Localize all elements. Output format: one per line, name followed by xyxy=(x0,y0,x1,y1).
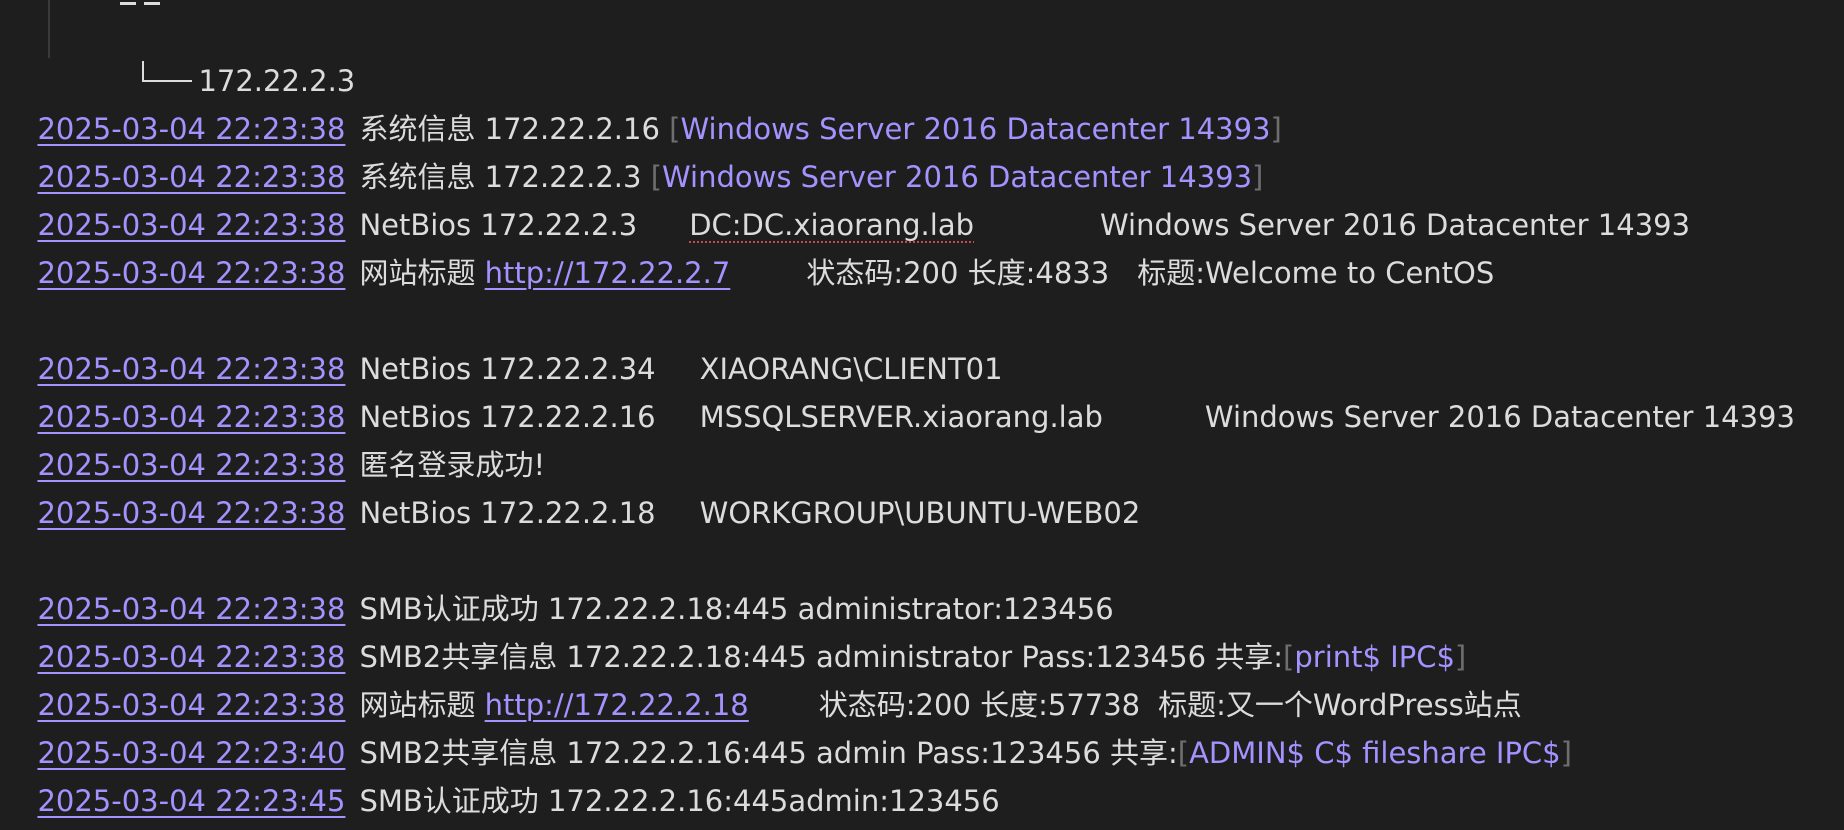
log-line: 2025-03-04 22:23:38 系统信息 172.22.2.3 [Wind… xyxy=(19,111,1263,194)
log-line: 2025-03-04 22:23:38 NetBios 172.22.2.34 XI… xyxy=(19,303,1002,386)
netbios-host: MSSQLSERVER.xiaorang.lab xyxy=(699,400,1103,434)
shares-highlight: ADMIN$ C$ fileshare IPC$ xyxy=(1189,736,1561,770)
close-bracket: ] xyxy=(1560,736,1572,770)
tree-node: 172.22.2.3 xyxy=(120,15,355,98)
log-line: 2025-03-04 22:23:38 网站标题 http://172.22.2.… xyxy=(19,639,1521,722)
os-text: Windows Server 2016 Datacenter 14393 xyxy=(1204,400,1795,434)
site-title: 标题:Welcome to CentOS xyxy=(1137,256,1495,290)
partial-tree-glyph xyxy=(120,0,166,5)
site-url-link[interactable]: http://172.22.2.7 xyxy=(485,256,731,290)
log-line: 2025-03-04 22:23:45 SMB认证成功 172.22.2.16:4… xyxy=(19,735,999,818)
log-line: 2025-03-04 22:23:38 SMB认证成功 172.22.2.18:4… xyxy=(19,543,1113,626)
log-line: 2025-03-04 22:23:40 SMB2共享信息 172.22.2.16:… xyxy=(19,687,1572,770)
timestamp-link[interactable]: 2025-03-04 22:23:38 xyxy=(37,256,345,290)
log-line: 2025-03-04 22:23:38 NetBios 172.22.2.3 DC:… xyxy=(19,159,1690,242)
log-text: SMB认证成功 172.22.2.16:445admin:123456 xyxy=(359,784,1000,818)
log-line: 2025-03-04 22:23:38 NetBios 172.22.2.18 WO… xyxy=(19,447,1140,530)
netbios-host: WORKGROUP\UBUNTU-WEB02 xyxy=(699,496,1141,530)
open-bracket: [ xyxy=(1177,736,1190,770)
timestamp-link[interactable]: 2025-03-04 22:23:45 xyxy=(37,784,345,818)
log-line: 2025-03-04 22:23:38 系统信息 172.22.2.16 [Win… xyxy=(19,63,1281,146)
log-line: 2025-03-04 22:23:38 网站标题 http://172.22.2.… xyxy=(19,207,1494,290)
timestamp-link[interactable]: 2025-03-04 22:23:38 xyxy=(37,496,345,530)
log-text: 网站标题 xyxy=(359,256,485,290)
close-bracket: ] xyxy=(1270,112,1282,146)
log-text: NetBios 172.22.2.18 xyxy=(359,496,656,530)
log-line: 2025-03-04 22:23:38 SMB2共享信息 172.22.2.18:… xyxy=(19,591,1466,674)
log-line: 2025-03-04 22:23:38 NetBios 172.22.2.16 MS… xyxy=(19,351,1795,434)
log-line: 2025-03-04 22:23:38 匿名登录成功! xyxy=(19,399,545,482)
indent-guide xyxy=(48,0,50,58)
status-text: 状态码:200 长度:4833 xyxy=(806,256,1110,290)
